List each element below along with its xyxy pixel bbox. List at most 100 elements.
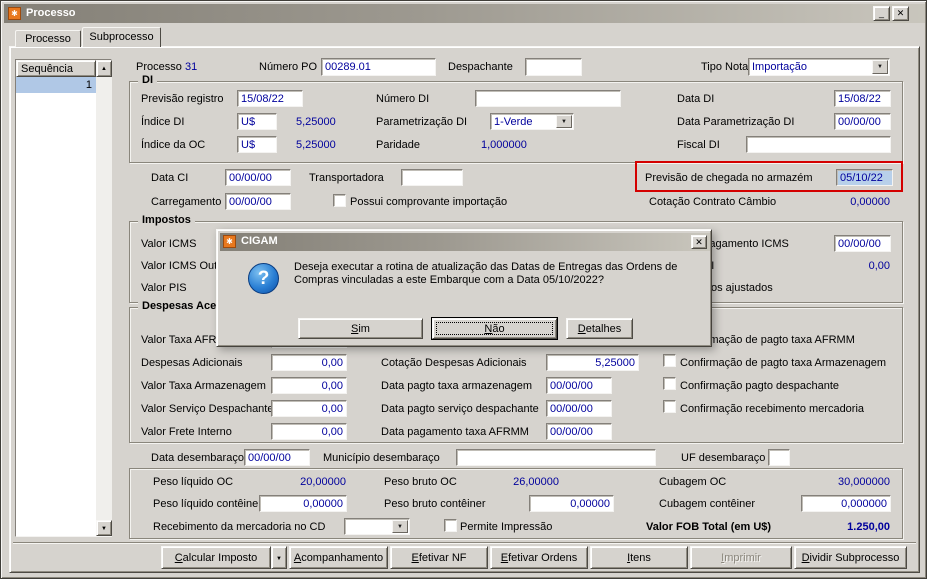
window-titlebar: ✱ Processo _ ✕ bbox=[4, 4, 925, 23]
scrollbar-track[interactable] bbox=[96, 77, 112, 520]
possui-comprovante-label: Possui comprovante importação bbox=[350, 196, 508, 208]
detalhes-button[interactable]: Detalhes bbox=[566, 318, 633, 339]
sequencia-column-header[interactable]: Sequência bbox=[16, 60, 96, 77]
recebimento-cd-select[interactable]: ▼ bbox=[344, 518, 410, 535]
indice-oc-label: Índice da OC bbox=[141, 139, 206, 151]
recebimento-cd-dropdown-icon[interactable]: ▼ bbox=[392, 520, 408, 533]
data-desembaraco-field[interactable]: 00/00/00 bbox=[244, 449, 310, 466]
app-icon: ✱ bbox=[8, 7, 21, 20]
itens-button[interactable]: Itens bbox=[590, 546, 688, 569]
transportadora-field[interactable] bbox=[401, 169, 463, 186]
despachante-label: Despachante bbox=[448, 61, 513, 73]
valor-pis-label: Valor PIS bbox=[141, 282, 187, 294]
processo-window: ✱ Processo _ ✕ Processo Subprocesso Sequ… bbox=[0, 0, 927, 579]
conf-armazenagem-label: Confirmação de pagto taxa Armazenagem bbox=[680, 357, 887, 369]
indice-di-taxa-value: 5,25000 bbox=[296, 116, 336, 128]
recebimento-cd-label: Recebimento da mercadoria no CD bbox=[153, 521, 326, 533]
permite-impressao-label: Permite Impressão bbox=[460, 521, 553, 533]
data-pagamento-afrmm-label: Data pagamento taxa AFRMM bbox=[381, 426, 529, 438]
carregamento-field[interactable]: 00/00/00 bbox=[225, 193, 291, 210]
numero-po-field[interactable]: 00289.01 bbox=[321, 58, 436, 76]
sim-button[interactable]: Sim bbox=[298, 318, 423, 339]
transportadora-label: Transportadora bbox=[309, 172, 384, 184]
conf-despachante-label: Confirmação pagto despachante bbox=[680, 380, 839, 392]
data-pagamento-icms-field[interactable]: 00/00/00 bbox=[834, 235, 891, 252]
data-pagto-despachante-field[interactable]: 00/00/00 bbox=[546, 400, 612, 417]
previsao-registro-label: Previsão registro bbox=[141, 93, 224, 105]
indice-di-moeda-field[interactable]: U$ bbox=[237, 113, 277, 130]
sequencia-grid: Sequência ▲ 1 ▼ bbox=[15, 59, 112, 537]
data-pagto-despachante-label: Data pagto serviço despachante bbox=[381, 403, 539, 415]
paridade-label: Paridade bbox=[376, 139, 421, 151]
permite-impressao-checkbox[interactable] bbox=[444, 519, 457, 532]
valor-servico-despachante-label: Valor Serviço Despachante bbox=[141, 403, 274, 415]
minimize-icon[interactable]: _ bbox=[873, 6, 890, 21]
data-parametrizacao-di-field[interactable]: 00/00/00 bbox=[834, 113, 891, 130]
conf-recebimento-checkbox[interactable] bbox=[663, 400, 676, 413]
dialog-title: CIGAM bbox=[241, 235, 278, 247]
conf-armazenagem-checkbox[interactable] bbox=[663, 354, 676, 367]
municipio-desembaraco-field[interactable] bbox=[456, 449, 656, 466]
data-di-field[interactable]: 15/08/22 bbox=[834, 90, 891, 107]
despesas-adicionais-field[interactable]: 0,00 bbox=[271, 354, 347, 371]
numero-di-field[interactable] bbox=[475, 90, 621, 107]
numero-di-label: Número DI bbox=[376, 93, 430, 105]
fiscal-di-label: Fiscal DI bbox=[677, 139, 720, 151]
data-ci-label: Data CI bbox=[151, 172, 189, 184]
close-icon[interactable]: ✕ bbox=[892, 6, 909, 21]
tipo-nota-select[interactable]: Importação ▼ bbox=[748, 58, 890, 76]
uf-desembaraco-field[interactable] bbox=[768, 449, 790, 466]
indice-di-label: Índice DI bbox=[141, 116, 185, 128]
valor-taxa-armazenagem-label: Valor Taxa Armazenagem bbox=[141, 380, 266, 392]
tab-processo[interactable]: Processo bbox=[15, 30, 81, 47]
dividir-subprocesso-button[interactable]: Dividir Subprocesso bbox=[794, 546, 907, 569]
data-pagamento-afrmm-field[interactable]: 00/00/00 bbox=[546, 423, 612, 440]
numero-po-label: Número PO bbox=[259, 61, 318, 73]
cubagem-conteiner-label: Cubagem contêiner bbox=[659, 498, 756, 510]
parametrizacao-di-label: Parametrização DI bbox=[376, 116, 468, 128]
cubagem-conteiner-field[interactable]: 0,000000 bbox=[801, 495, 891, 512]
peso-liquido-conteiner-label: Peso líquido contêiner bbox=[153, 498, 262, 510]
tab-subprocesso[interactable]: Subprocesso bbox=[82, 27, 161, 47]
scroll-up-icon[interactable]: ▲ bbox=[96, 60, 112, 77]
valor-servico-despachante-field[interactable]: 0,00 bbox=[271, 400, 347, 417]
despachante-field[interactable] bbox=[525, 58, 582, 76]
data-ci-field[interactable]: 00/00/00 bbox=[225, 169, 291, 186]
dialog-close-icon[interactable]: ✕ bbox=[691, 235, 707, 249]
data-parametrizacao-di-label: Data Parametrização DI bbox=[677, 116, 795, 128]
efetivar-nf-button[interactable]: Efetivar NF bbox=[390, 546, 488, 569]
efetivar-ordens-button[interactable]: Efetivar Ordens bbox=[490, 546, 588, 569]
dialog-message-line2: Compras vinculadas a este Embarque com a… bbox=[294, 274, 605, 286]
valor-frete-interno-field[interactable]: 0,00 bbox=[271, 423, 347, 440]
valor-taxa-armazenagem-field[interactable]: 0,00 bbox=[271, 377, 347, 394]
acompanhamento-button[interactable]: Acompanhamento bbox=[289, 546, 388, 569]
parametrizacao-di-dropdown-icon[interactable]: ▼ bbox=[556, 115, 572, 128]
data-pagto-armazenagem-field[interactable]: 00/00/00 bbox=[546, 377, 612, 394]
sequencia-row-selected[interactable]: 1 bbox=[16, 77, 96, 93]
peso-bruto-oc-value: 26,00000 bbox=[513, 476, 559, 488]
dialog-app-icon: ✱ bbox=[223, 235, 236, 248]
valor-icms-label: Valor ICMS bbox=[141, 238, 197, 250]
carregamento-label: Carregamento bbox=[151, 196, 222, 208]
possui-comprovante-checkbox[interactable] bbox=[333, 194, 346, 207]
scroll-down-icon[interactable]: ▼ bbox=[96, 520, 112, 536]
di-group-title: DI bbox=[138, 74, 157, 87]
nao-button[interactable]: Não bbox=[431, 317, 558, 340]
despesas-adicionais-label: Despesas Adicionais bbox=[141, 357, 243, 369]
tipo-nota-dropdown-icon[interactable]: ▼ bbox=[872, 60, 888, 74]
peso-bruto-conteiner-field[interactable]: 0,00000 bbox=[529, 495, 614, 512]
cotacao-contrato-label: Cotação Contrato Câmbio bbox=[649, 196, 777, 208]
calcular-imposto-button[interactable]: Calcular Imposto bbox=[161, 546, 271, 569]
cubagem-oc-label: Cubagem OC bbox=[659, 476, 727, 488]
valor-fob-value: 1.250,00 bbox=[847, 521, 890, 533]
previsao-registro-field[interactable]: 15/08/22 bbox=[237, 90, 303, 107]
parametrizacao-di-select[interactable]: 1-Verde ▼ bbox=[490, 113, 574, 130]
imprimir-button: Imprimir bbox=[690, 546, 792, 569]
question-icon: ? bbox=[248, 263, 279, 294]
cotacao-despesas-field[interactable]: 5,25000 bbox=[546, 354, 639, 371]
calcular-imposto-dropdown-icon[interactable]: ▼ bbox=[271, 546, 287, 569]
conf-despachante-checkbox[interactable] bbox=[663, 377, 676, 390]
fiscal-di-field[interactable] bbox=[746, 136, 891, 153]
peso-liquido-conteiner-field[interactable]: 0,00000 bbox=[259, 495, 347, 512]
indice-oc-moeda-field[interactable]: U$ bbox=[237, 136, 277, 153]
